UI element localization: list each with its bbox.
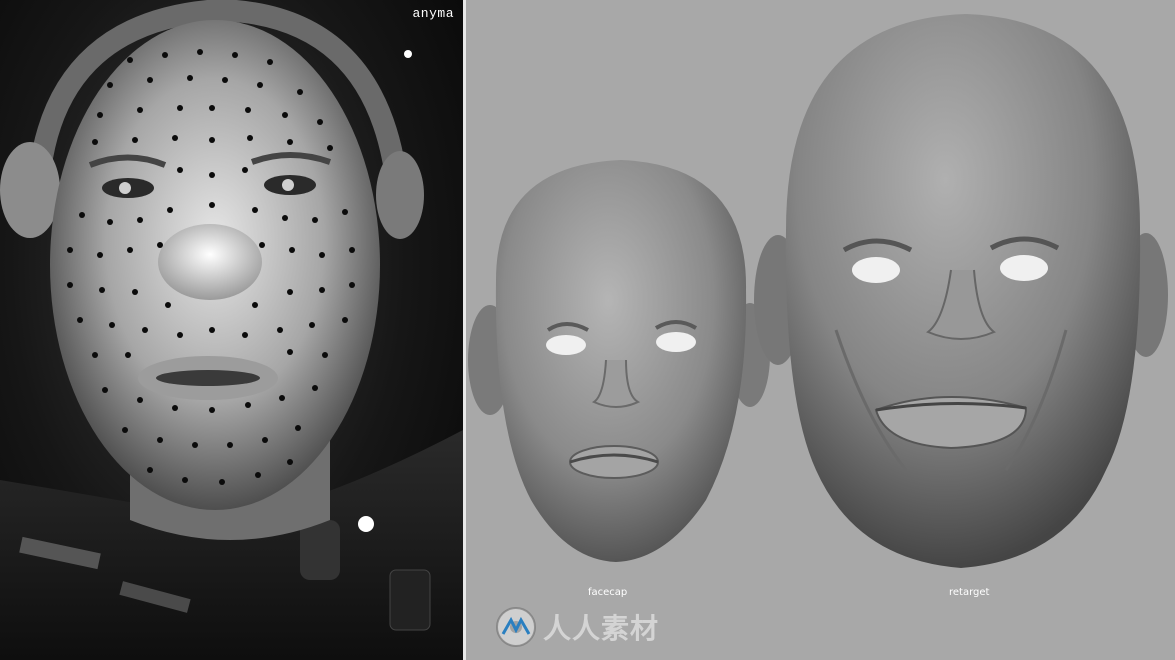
watermark-text: 人人素材	[543, 612, 660, 645]
actor-face-image	[0, 0, 463, 660]
mesh-render	[468, 14, 1168, 568]
retarget-mesh	[754, 14, 1168, 568]
retarget-label: retarget	[949, 587, 990, 598]
viewport-3d: facecap retarget	[466, 0, 1175, 660]
capture-camera-feed: anyma	[0, 0, 463, 660]
site-watermark: 人人素材	[495, 606, 659, 648]
facecap-label: facecap	[588, 587, 628, 598]
cd-logo-icon	[496, 607, 536, 647]
camera-label: anyma	[412, 6, 454, 21]
facecap-mesh	[468, 160, 770, 562]
